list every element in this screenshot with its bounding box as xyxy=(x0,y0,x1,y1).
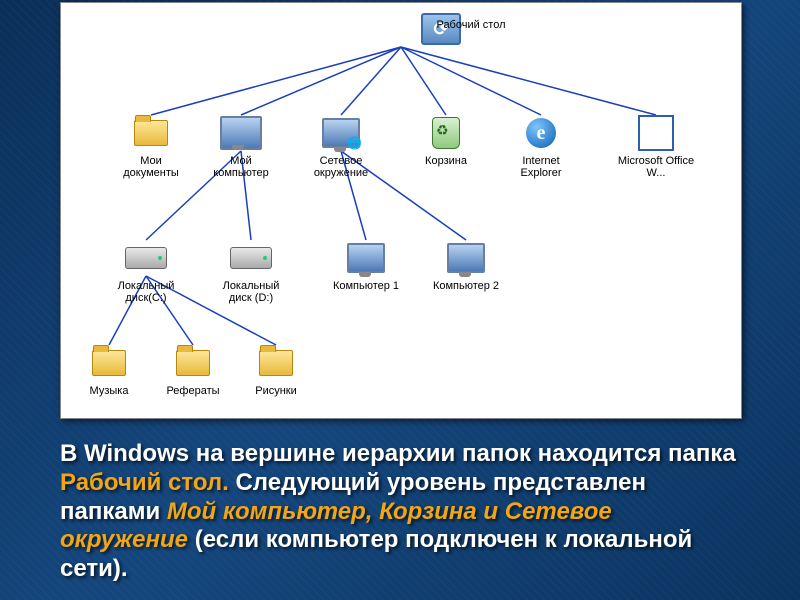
hierarchy-diagram: Рабочий столМои документыМой компьютерСе… xyxy=(60,2,742,419)
caption-highlight-desktop: Рабочий стол. xyxy=(60,469,229,496)
caption-text-1: В Windows на вершине иерархии папок нахо… xyxy=(60,440,736,467)
slide-caption: В Windows на вершине иерархии папок нахо… xyxy=(60,440,740,584)
connector-lines xyxy=(61,3,741,418)
